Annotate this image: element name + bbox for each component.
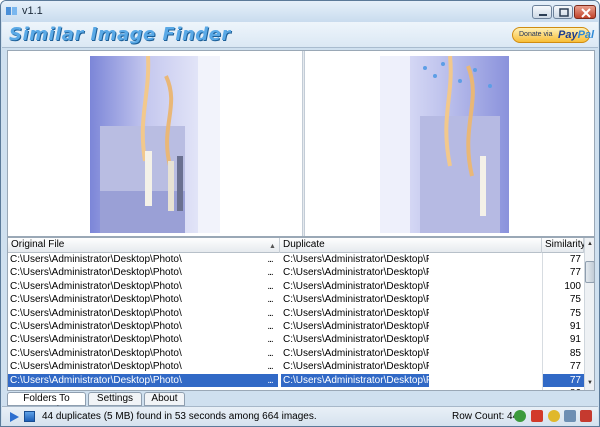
path-ellipsis-cell: ... (267, 334, 273, 346)
close-button[interactable] (574, 5, 596, 19)
similarity-cell: 100 (542, 279, 584, 294)
minimize-button[interactable] (532, 5, 552, 19)
title-bar[interactable]: v1.1 (1, 1, 599, 22)
play-icon[interactable] (8, 411, 20, 423)
path-ellipsis-cell: ... (267, 267, 273, 279)
duplicates-table: Original File ▲ Duplicate Similarity C:\… (7, 237, 595, 391)
table-scrollbar[interactable]: ▲ ▼ (584, 238, 594, 390)
table-row[interactable]: C:\Users\Administrator\Desktop\Photo\...… (8, 320, 584, 334)
similarity-cell: 77 (542, 373, 584, 387)
table-row[interactable]: C:\Users\Administrator\Desktop\Photo\...… (8, 373, 584, 387)
path-ellipsis-cell: ... (267, 294, 273, 306)
original-file-cell: C:\Users\Administrator\Desktop\Photo\ (10, 280, 182, 292)
table-row[interactable]: C:\Users\Administrator\Desktop\Photo\...… (8, 266, 584, 280)
status-bar: 44 duplicates (5 MB) found in 53 seconds… (2, 406, 598, 426)
similarity-cell: 91 (542, 320, 584, 334)
row-count: Row Count: 44 (452, 411, 519, 422)
column-similarity[interactable]: Similarity (542, 238, 586, 253)
path-ellipsis-cell: ... (267, 280, 273, 292)
path-ellipsis-cell: ... (260, 373, 278, 387)
app-logo: Similar Image Finder (9, 24, 231, 45)
original-file-cell: C:\Users\Administrator\Desktop\Photo\ (10, 347, 182, 359)
stop-icon[interactable] (24, 411, 35, 422)
window-title: v1.1 (22, 5, 43, 17)
similarity-cell: 85 (542, 346, 584, 361)
table-row[interactable]: C:\Users\Administrator\Desktop\Photo\...… (8, 333, 584, 347)
paypal-pal: Pal (577, 29, 595, 41)
tab-about[interactable]: About (144, 392, 185, 406)
preview-splitter[interactable] (302, 51, 305, 236)
sort-asc-icon: ▲ (269, 243, 276, 250)
column-original-file[interactable]: Original File (8, 238, 280, 253)
table-row[interactable]: C:\Users\Administrator\Desktop\Photo\...… (8, 360, 584, 374)
tab-settings[interactable]: Settings (88, 392, 142, 406)
duplicate-file-cell: C:\Users\Administrator\Desktop\Photo\ (283, 254, 429, 265)
similarity-cell: 91 (542, 333, 584, 347)
duplicate-file-cell (281, 387, 429, 390)
duplicate-file-cell: C:\Users\Administrator\Desktop\Photo\ (283, 307, 429, 319)
path-ellipsis-cell: ... (267, 361, 273, 373)
duplicate-file-cell: C:\Users\Administrator\Desktop\Photo\ (283, 347, 429, 359)
open-folder-icon[interactable] (548, 410, 560, 422)
paypal-logo: PayPal (558, 29, 594, 41)
duplicate-file-cell: C:\Users\Administrator\Desktop\Photo\ (283, 321, 429, 332)
export-icon[interactable] (580, 410, 592, 422)
table-row[interactable]: 86 (8, 387, 584, 390)
original-file-cell: C:\Users\Administrator\Desktop\Photo\ (10, 307, 182, 319)
maximize-icon (559, 8, 569, 17)
original-file-cell: C:\Users\Administrator\Desktop\Photo\ (10, 267, 182, 279)
scroll-up-arrow-icon[interactable]: ▲ (585, 239, 594, 250)
table-row[interactable]: C:\Users\Administrator\Desktop\Photo\...… (8, 293, 584, 307)
minimize-icon (539, 14, 547, 16)
table-row[interactable]: C:\Users\Administrator\Desktop\Photo\...… (8, 279, 584, 294)
app-icon (6, 7, 17, 15)
duplicate-file-cell: C:\Users\Administrator\Desktop\Photo\ (281, 373, 429, 387)
scroll-down-arrow-icon[interactable]: ▼ (585, 378, 594, 389)
duplicate-file-cell: C:\Users\Administrator\Desktop\Photo\ (283, 267, 429, 279)
original-file-cell: C:\Users\Administrator\Desktop\Photo\ (10, 321, 182, 332)
paypal-pay: Pay (558, 29, 578, 41)
maximize-button[interactable] (553, 5, 573, 19)
path-ellipsis-cell (260, 387, 278, 390)
save-icon[interactable] (564, 410, 576, 422)
similarity-cell: 77 (542, 253, 584, 267)
duplicate-file-cell: C:\Users\Administrator\Desktop\Photo\ (283, 280, 429, 292)
tab-folders-to-search[interactable]: Folders To Search (7, 392, 86, 416)
status-text: 44 duplicates (5 MB) found in 53 seconds… (42, 411, 317, 422)
image-preview-area (7, 50, 595, 237)
delete-icon[interactable] (531, 410, 543, 422)
original-file-cell: C:\Users\Administrator\Desktop\Photo\ (10, 334, 182, 346)
duplicate-file-cell: C:\Users\Administrator\Desktop\Photo\ (283, 334, 429, 346)
close-icon (581, 8, 591, 18)
scroll-thumb[interactable] (585, 261, 594, 283)
duplicate-file-cell: C:\Users\Administrator\Desktop\Photo\ (283, 361, 429, 373)
similarity-cell: 75 (542, 293, 584, 307)
original-image-preview (90, 56, 220, 233)
duplicate-file-cell: C:\Users\Administrator\Desktop\Photo\ (283, 294, 429, 306)
donate-label: Donate via (519, 31, 553, 38)
original-file-cell: C:\Users\Administrator\Desktop\Photo\ (10, 361, 182, 373)
app-window: v1.1 Similar Image Finder Donate via Pay… (0, 0, 600, 427)
path-ellipsis-cell: ... (267, 307, 273, 319)
refresh-icon[interactable] (514, 410, 526, 422)
original-file-cell: C:\Users\Administrator\Desktop\Photo\ (8, 373, 262, 387)
similarity-cell: 77 (542, 266, 584, 280)
column-duplicate[interactable]: Duplicate (280, 238, 542, 253)
donate-paypal-button[interactable]: Donate via PayPal (512, 27, 594, 43)
table-row[interactable]: C:\Users\Administrator\Desktop\Photo\...… (8, 306, 584, 320)
path-ellipsis-cell: ... (267, 254, 273, 265)
table-row[interactable]: C:\Users\Administrator\Desktop\Photo\...… (8, 253, 584, 267)
table-header: Original File ▲ Duplicate Similarity (8, 238, 586, 253)
duplicate-image-preview (380, 56, 509, 233)
app-header: Similar Image Finder Donate via PayPal (2, 22, 598, 48)
table-row[interactable]: C:\Users\Administrator\Desktop\Photo\...… (8, 346, 584, 361)
path-ellipsis-cell: ... (267, 347, 273, 359)
path-ellipsis-cell: ... (267, 321, 273, 332)
original-file-cell (8, 387, 262, 390)
similarity-cell: 75 (542, 306, 584, 320)
original-file-cell: C:\Users\Administrator\Desktop\Photo\ (10, 294, 182, 306)
similarity-cell: 77 (542, 360, 584, 374)
original-file-cell: C:\Users\Administrator\Desktop\Photo\ (10, 254, 182, 265)
similarity-cell: 86 (542, 387, 584, 390)
